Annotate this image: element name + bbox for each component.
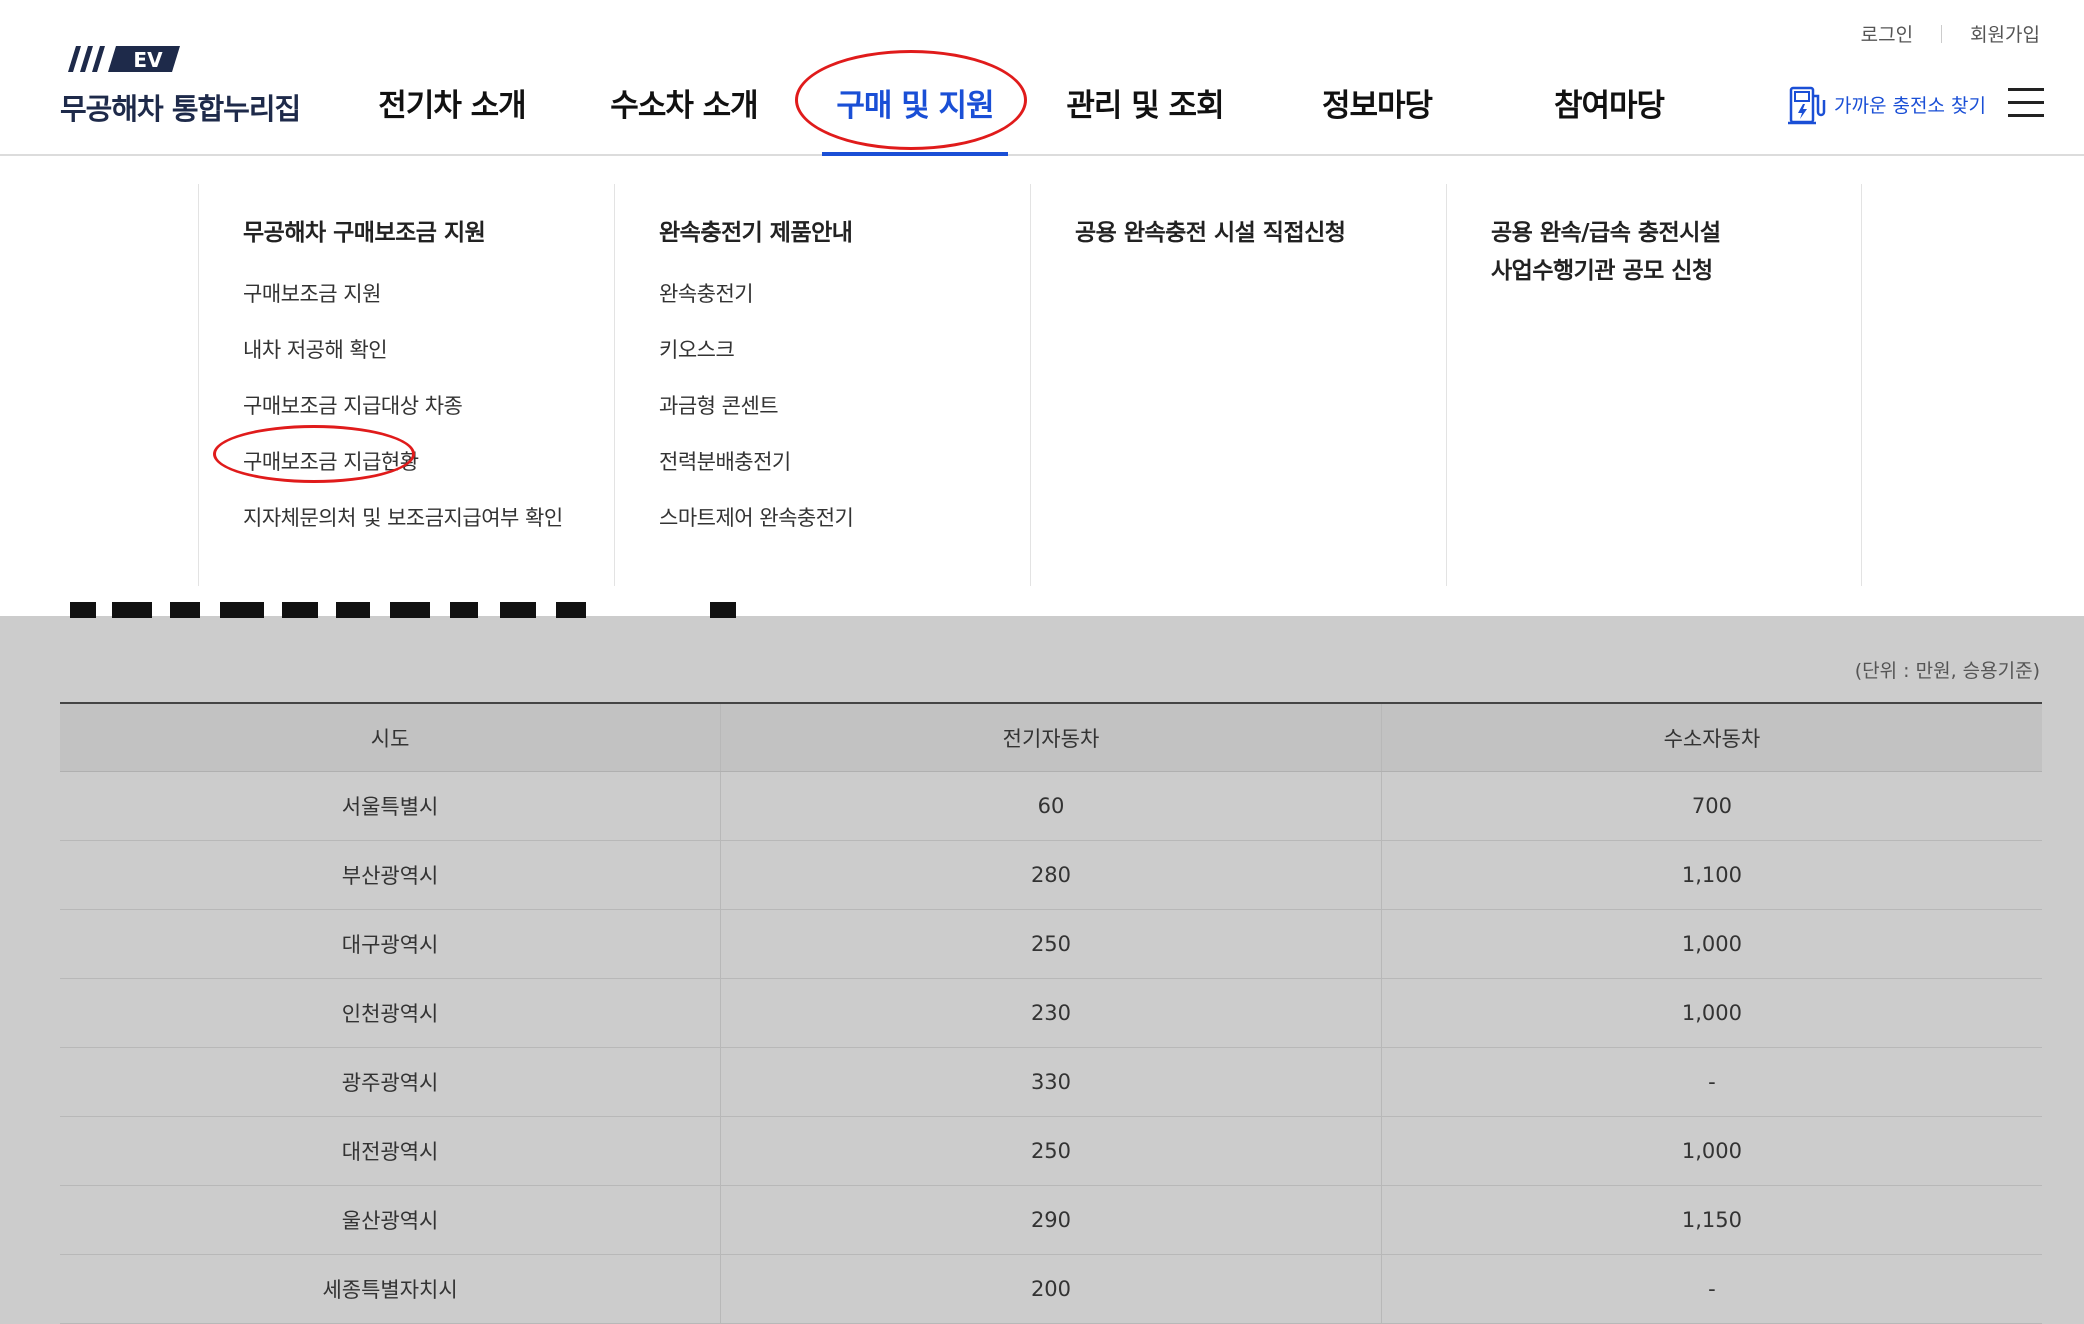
nav-manage-lookup[interactable]: 관리 및 조회 — [1066, 80, 1224, 125]
ev-subsidy-cell: 280 — [720, 840, 1382, 910]
column-header: 시도 — [60, 703, 721, 772]
nav-participation[interactable]: 참여마당 — [1554, 80, 1665, 125]
megamenu-col-operator-apply: 공용 완속/급속 충전시설 사업수행기관 공모 신청 — [1446, 184, 1862, 586]
nav-purchase-support[interactable]: 구매 및 지원 — [836, 80, 994, 125]
table-row: 대구광역시 250 1,000 — [60, 909, 2042, 979]
hamburger-menu-icon[interactable] — [2008, 88, 2044, 118]
ev-subsidy-cell: 60 — [720, 771, 1382, 841]
region-cell: 대전광역시 — [60, 1116, 721, 1186]
ev-subsidy-cell: 330 — [720, 1047, 1382, 1117]
hydrogen-subsidy-cell: - — [1380, 1047, 2042, 1117]
region-cell: 울산광역시 — [60, 1185, 721, 1255]
submenu-item[interactable]: 구매보조금 지원 — [243, 278, 563, 310]
subsidy-table: 시도 전기자동차 수소자동차 서울특별시 60 700 부산광역시 280 1,… — [60, 702, 2042, 1324]
ev-subsidy-cell: 250 — [720, 909, 1382, 979]
submenu-item[interactable]: 완속충전기 — [659, 278, 979, 310]
site-header: EV 무공해차 통합누리집 로그인 회원가입 전기차 소개 수소차 소개 구매 … — [0, 0, 2084, 157]
table-row: 부산광역시 280 1,100 — [60, 840, 2042, 910]
utility-links: 로그인 회원가입 — [1861, 20, 2040, 47]
submenu-item[interactable]: 구매보조금 지급현황 — [243, 446, 563, 478]
submenu-item[interactable]: 전력분배충전기 — [659, 446, 979, 478]
login-link[interactable]: 로그인 — [1861, 20, 1913, 47]
ev-subsidy-cell: 200 — [720, 1254, 1382, 1324]
mega-menu-dropdown: 무공해차 구매보조금 지원 구매보조금 지원 내차 저공해 확인 구매보조금 지… — [0, 156, 2084, 616]
unit-note: (단위 : 만원, 승용기준) — [1854, 660, 2040, 682]
ev-subsidy-cell: 290 — [720, 1185, 1382, 1255]
table-header-row: 시도 전기자동차 수소자동차 — [60, 703, 2042, 772]
find-charger-label: 가까운 충전소 찾기 — [1834, 94, 1986, 117]
find-charger-link[interactable]: 가까운 충전소 찾기 — [1786, 82, 1986, 126]
region-cell: 세종특별자치시 — [60, 1254, 721, 1324]
menu-heading-line: 사업수행기관 공모 신청 — [1491, 258, 1713, 284]
submenu-item[interactable]: 스마트제어 완속충전기 — [659, 502, 979, 534]
region-cell: 광주광역시 — [60, 1047, 721, 1117]
table-row: 울산광역시 290 1,150 — [60, 1185, 2042, 1255]
signup-link[interactable]: 회원가입 — [1970, 20, 2040, 47]
hydrogen-subsidy-cell: 1,000 — [1380, 909, 2042, 979]
submenu-item[interactable]: 키오스크 — [659, 334, 979, 366]
logo-text: 무공해차 통합누리집 — [60, 92, 301, 126]
hydrogen-subsidy-cell: 1,000 — [1380, 978, 2042, 1048]
nav-ev-intro[interactable]: 전기차 소개 — [378, 80, 526, 125]
hydrogen-subsidy-cell: 1,100 — [1380, 840, 2042, 910]
util-divider — [1941, 24, 1943, 43]
nav-hydrogen-intro[interactable]: 수소차 소개 — [610, 80, 758, 125]
submenu-list-subsidy: 구매보조금 지원 내차 저공해 확인 구매보조금 지급대상 차종 구매보조금 지… — [243, 278, 614, 534]
column-header: 전기자동차 — [720, 703, 1382, 772]
site-logo[interactable]: EV 무공해차 통합누리집 — [58, 44, 318, 126]
page-heading-occluded — [60, 602, 740, 618]
menu-heading-line: 공용 완속/급속 충전시설 — [1491, 220, 1721, 246]
region-cell: 대구광역시 — [60, 909, 721, 979]
region-cell: 인천광역시 — [60, 978, 721, 1048]
megamenu-col-subsidy: 무공해차 구매보조금 지원 구매보조금 지원 내차 저공해 확인 구매보조금 지… — [198, 184, 614, 586]
region-cell: 부산광역시 — [60, 840, 721, 910]
menu-heading-direct-apply[interactable]: 공용 완속충전 시설 직접신청 — [1075, 214, 1446, 252]
submenu-item[interactable]: 구매보조금 지급대상 차종 — [243, 390, 563, 422]
nav-info[interactable]: 정보마당 — [1322, 80, 1433, 125]
table-row: 세종특별자치시 200 - — [60, 1254, 2042, 1324]
hydrogen-subsidy-cell: 1,150 — [1380, 1185, 2042, 1255]
menu-heading-charger[interactable]: 완속충전기 제품안내 — [659, 214, 1030, 252]
hydrogen-subsidy-cell: 700 — [1380, 771, 2042, 841]
megamenu-col-charger: 완속충전기 제품안내 완속충전기 키오스크 과금형 콘센트 전력분배충전기 스마… — [614, 184, 1030, 586]
hydrogen-subsidy-cell: - — [1380, 1254, 2042, 1324]
region-cell: 서울특별시 — [60, 771, 721, 841]
logo-badge-text: EV — [133, 48, 163, 72]
table-row: 인천광역시 230 1,000 — [60, 978, 2042, 1048]
hydrogen-subsidy-cell: 1,000 — [1380, 1116, 2042, 1186]
menu-heading-subsidy[interactable]: 무공해차 구매보조금 지원 — [243, 214, 614, 252]
column-header: 수소자동차 — [1380, 703, 2042, 772]
submenu-list-charger: 완속충전기 키오스크 과금형 콘센트 전력분배충전기 스마트제어 완속충전기 — [659, 278, 1030, 534]
ev-logo-icon: EV — [68, 46, 180, 72]
table-row: 서울특별시 60 700 — [60, 771, 2042, 841]
menu-heading-operator-apply[interactable]: 공용 완속/급속 충전시설 사업수행기관 공모 신청 — [1491, 214, 1861, 290]
table-row: 대전광역시 250 1,000 — [60, 1116, 2042, 1186]
table-row: 광주광역시 330 - — [60, 1047, 2042, 1117]
submenu-item[interactable]: 내차 저공해 확인 — [243, 334, 563, 366]
submenu-item[interactable]: 과금형 콘센트 — [659, 390, 979, 422]
charger-station-icon — [1788, 86, 1826, 125]
ev-subsidy-cell: 230 — [720, 978, 1382, 1048]
submenu-item[interactable]: 지자체문의처 및 보조금지급여부 확인 — [243, 502, 563, 534]
megamenu-col-direct-apply: 공용 완속충전 시설 직접신청 — [1030, 184, 1446, 586]
ev-subsidy-cell: 250 — [720, 1116, 1382, 1186]
